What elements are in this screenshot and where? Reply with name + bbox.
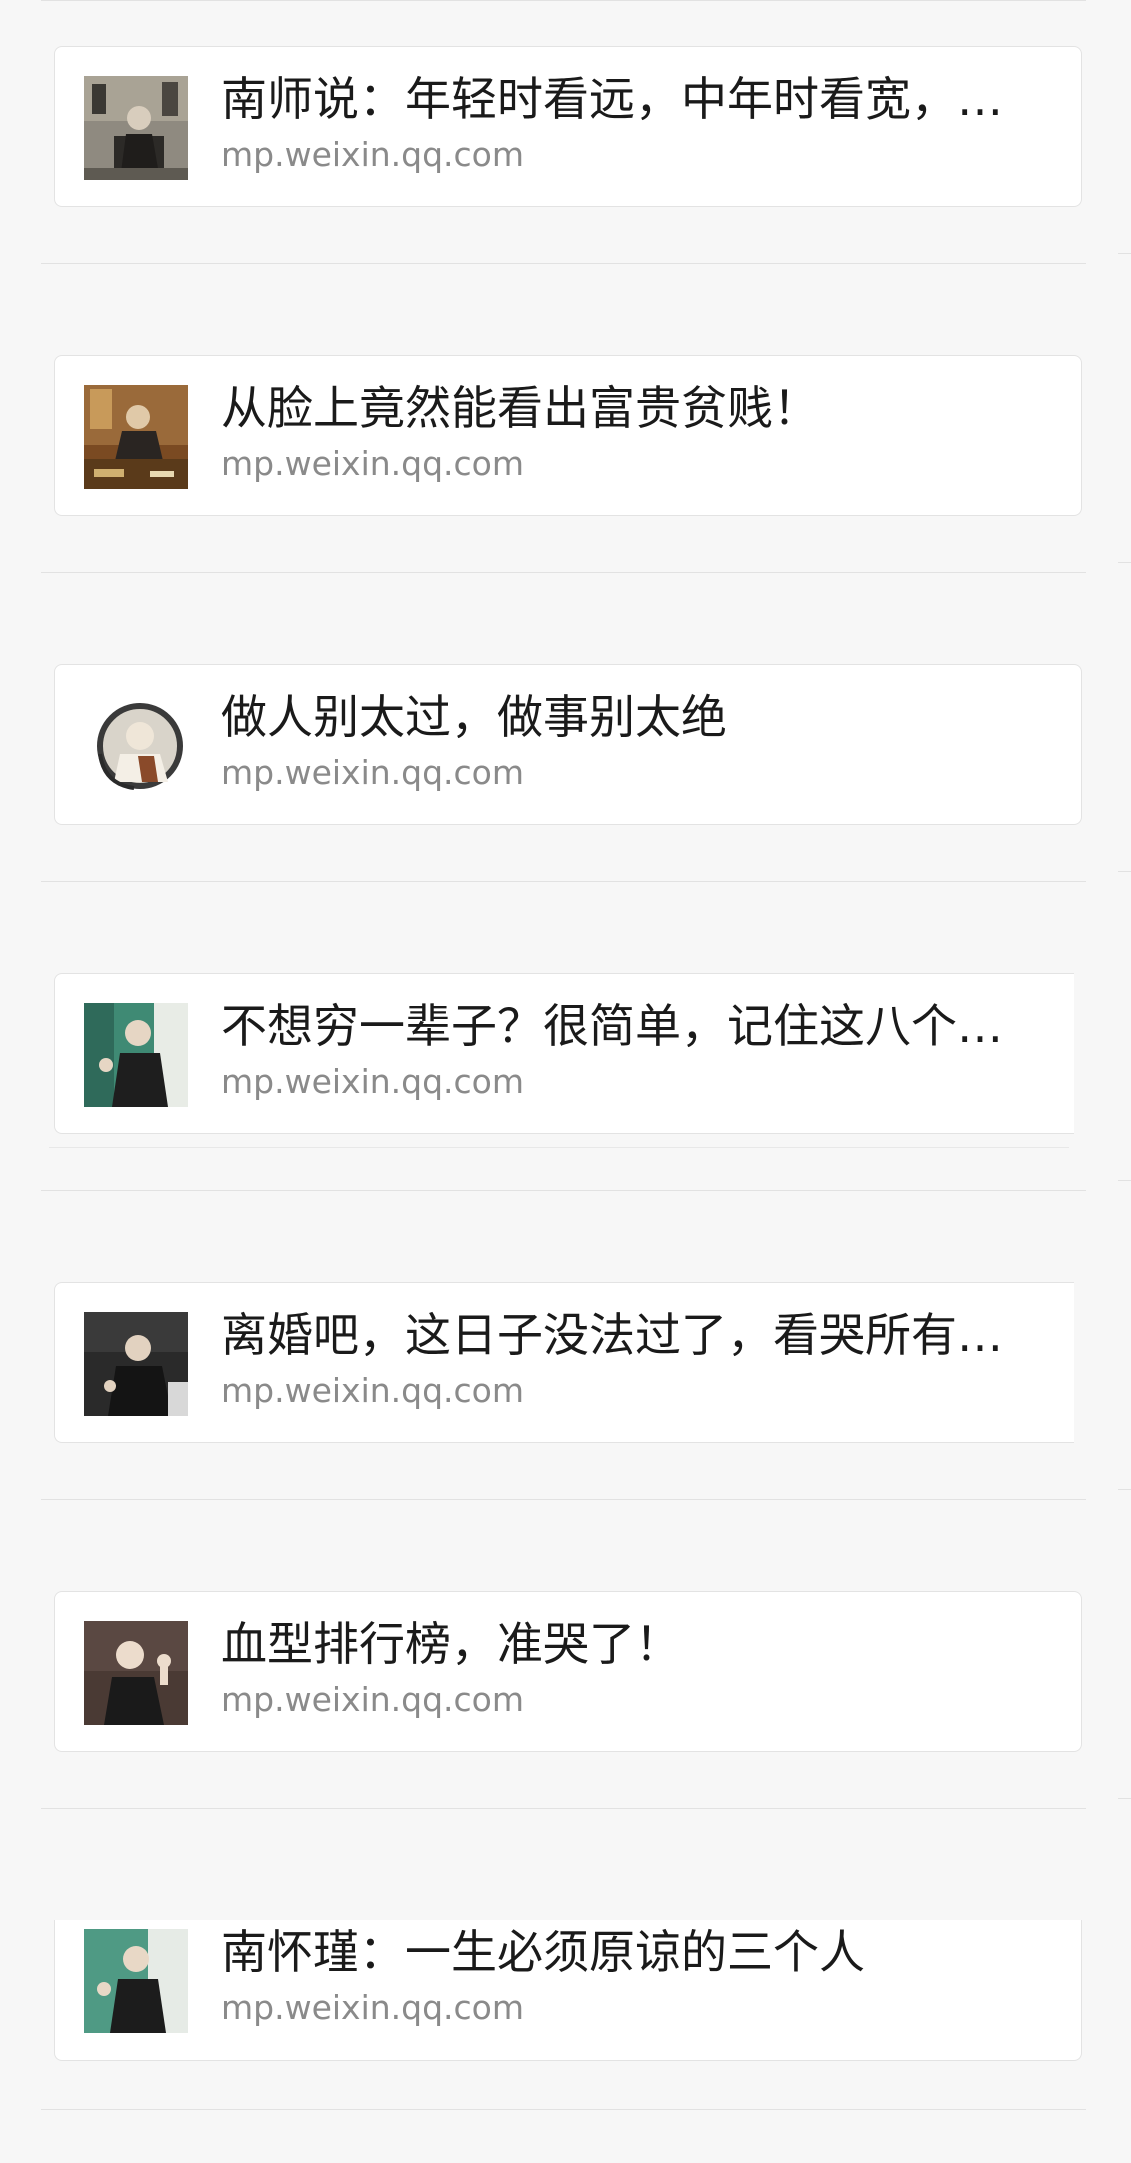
edge-tick xyxy=(1118,253,1131,254)
portrait-photo-seated-man-icon xyxy=(84,76,188,180)
card-shadow-divider xyxy=(49,1147,1069,1148)
article-source-domain: mp.weixin.qq.com xyxy=(221,1988,525,2027)
article-source-domain: mp.weixin.qq.com xyxy=(221,753,525,792)
item-divider xyxy=(41,572,1086,573)
item-divider xyxy=(41,2109,1086,2110)
portrait-photo-man-speaking-icon xyxy=(84,1621,188,1725)
feed-item: 不想穷一辈子？很简单，记住这八个… mp.weixin.qq.com xyxy=(0,927,1131,1236)
article-source-domain: mp.weixin.qq.com xyxy=(221,1062,525,1101)
edge-tick xyxy=(1118,1489,1131,1490)
article-title: 血型排行榜，准哭了！ xyxy=(221,1617,681,1671)
article-thumbnail xyxy=(84,1003,188,1107)
article-source-domain: mp.weixin.qq.com xyxy=(221,1680,525,1719)
article-thumbnail xyxy=(84,1929,188,2033)
article-source-domain: mp.weixin.qq.com xyxy=(221,1371,525,1410)
article-link-card[interactable]: 南师说：年轻时看远，中年时看宽，… mp.weixin.qq.com xyxy=(54,46,1082,207)
article-link-card[interactable]: 做人别太过，做事别太绝 mp.weixin.qq.com xyxy=(54,664,1082,825)
article-thumbnail xyxy=(84,385,188,489)
article-title: 从脸上竟然能看出富贵贫贱！ xyxy=(221,381,819,435)
article-link-card[interactable]: 从脸上竟然能看出富贵贫贱！ mp.weixin.qq.com xyxy=(54,355,1082,516)
article-thumbnail xyxy=(84,694,188,798)
feed-item: 南怀瑾：一生必须原谅的三个人 mp.weixin.qq.com xyxy=(0,1854,1131,2163)
portrait-photo-man-at-desk-icon xyxy=(84,385,188,489)
feed-item: 从脸上竟然能看出富贵贫贱！ mp.weixin.qq.com xyxy=(0,309,1131,618)
feed-item: 血型排行榜，准哭了！ mp.weixin.qq.com xyxy=(0,1545,1131,1854)
edge-tick xyxy=(1118,562,1131,563)
edge-tick xyxy=(1118,1180,1131,1181)
feed-item: 南师说：年轻时看远，中年时看宽，… mp.weixin.qq.com xyxy=(0,0,1131,309)
article-source-domain: mp.weixin.qq.com xyxy=(221,444,525,483)
article-link-card[interactable]: 离婚吧，这日子没法过了，看哭所有… mp.weixin.qq.com xyxy=(54,1282,1074,1443)
article-thumbnail xyxy=(84,1312,188,1416)
portrait-photo-man-lecturing-icon xyxy=(84,1929,188,2033)
item-divider xyxy=(41,263,1086,264)
article-source-domain: mp.weixin.qq.com xyxy=(221,135,525,174)
feed-item: 离婚吧，这日子没法过了，看哭所有… mp.weixin.qq.com xyxy=(0,1236,1131,1545)
article-title: 离婚吧，这日子没法过了，看哭所有… xyxy=(221,1308,1003,1362)
item-divider xyxy=(41,1808,1086,1809)
feed-item: 做人别太过，做事别太绝 mp.weixin.qq.com xyxy=(0,618,1131,927)
portrait-photo-man-dark-robe-icon xyxy=(84,1312,188,1416)
article-title: 做人别太过，做事别太绝 xyxy=(221,690,727,744)
item-divider xyxy=(41,881,1086,882)
portrait-photo-man-gesturing-icon xyxy=(84,1003,188,1107)
item-divider xyxy=(41,1499,1086,1500)
edge-tick xyxy=(1118,871,1131,872)
article-link-card[interactable]: 血型排行榜，准哭了！ mp.weixin.qq.com xyxy=(54,1591,1082,1752)
article-link-card[interactable]: 南怀瑾：一生必须原谅的三个人 mp.weixin.qq.com xyxy=(54,1920,1082,2061)
article-title: 不想穷一辈子？很简单，记住这八个… xyxy=(221,999,1003,1053)
article-title: 南怀瑾：一生必须原谅的三个人 xyxy=(221,1925,865,1979)
portrait-photo-round-vignette-icon xyxy=(84,694,188,798)
edge-tick xyxy=(1118,1798,1131,1799)
article-title: 南师说：年轻时看远，中年时看宽，… xyxy=(221,72,1003,126)
article-link-card[interactable]: 不想穷一辈子？很简单，记住这八个… mp.weixin.qq.com xyxy=(54,973,1074,1134)
item-divider xyxy=(41,1190,1086,1191)
article-thumbnail xyxy=(84,1621,188,1725)
shared-article-feed: 南师说：年轻时看远，中年时看宽，… mp.weixin.qq.com 从脸上竟然… xyxy=(0,0,1131,2115)
article-thumbnail xyxy=(84,76,188,180)
